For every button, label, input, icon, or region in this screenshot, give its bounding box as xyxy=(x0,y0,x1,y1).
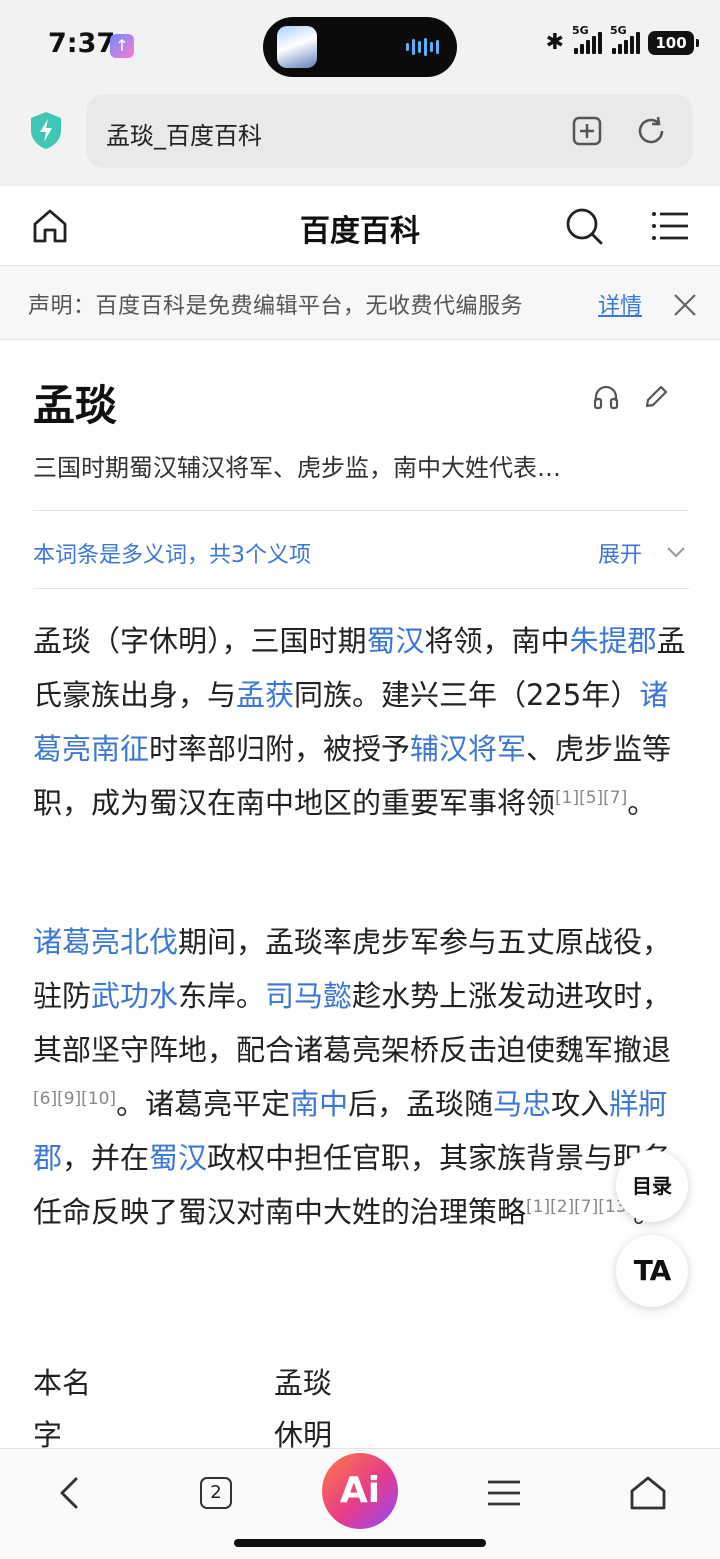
citation-ref[interactable]: [6][9][10] xyxy=(33,1089,116,1109)
site-title[interactable]: 百度百科 xyxy=(0,206,720,250)
entry-link[interactable]: 马忠 xyxy=(493,1087,551,1121)
site-header: 百度百科 xyxy=(0,186,720,266)
article-paragraph-2: 诸葛亮北伐期间，孟琰率虎步军参与五丈原战役，驻防武功水东岸。司马懿趁水势上涨发动… xyxy=(33,915,693,1239)
bluetooth-icon: ✱ xyxy=(545,30,564,55)
disclaimer-details-link[interactable]: 详情 xyxy=(598,288,642,320)
disclaimer-text: 声明：百度百科是免费编辑平台，无收费代编服务 xyxy=(28,294,524,319)
polysemy-expand-button[interactable]: 展开 xyxy=(598,537,642,569)
audio-wave-icon xyxy=(406,37,439,57)
entry-link[interactable]: 孟获 xyxy=(236,678,294,712)
info-key: 本名 xyxy=(33,1366,92,1400)
close-icon[interactable] xyxy=(672,292,698,318)
entry-link[interactable]: 武功水 xyxy=(91,979,178,1013)
menu-icon[interactable] xyxy=(482,1471,526,1515)
info-value: 孟琰 xyxy=(274,1366,333,1400)
text-size-button[interactable]: TA xyxy=(616,1235,688,1307)
paragraph-text: 时率部归附，被授予 xyxy=(149,732,411,766)
article-title: 孟琰 xyxy=(33,381,118,430)
headphones-icon[interactable] xyxy=(592,383,620,411)
status-time: 7:37 xyxy=(48,28,116,59)
tabs-button[interactable]: 2 xyxy=(194,1471,238,1515)
entry-link[interactable]: 蜀汉 xyxy=(149,1141,207,1175)
entry-link[interactable]: 司马懿 xyxy=(265,979,352,1013)
article-paragraph-1: 孟琰（字休明），三国时期蜀汉将领，南中朱提郡孟氏豪族出身，与孟获同族。建兴三年（… xyxy=(33,614,693,830)
cellular-signal-icon: 5G xyxy=(572,24,602,54)
citation-ref[interactable]: [1][2][7][13] xyxy=(526,1197,633,1217)
polysemy-notice[interactable]: 本词条是多义词，共3个义项 xyxy=(33,537,311,569)
reload-icon[interactable] xyxy=(634,114,668,148)
table-of-contents-button[interactable]: 目录 xyxy=(616,1150,688,1222)
battery-icon: 100 xyxy=(648,30,699,55)
status-bar: 7:37 ↑ ✱ 5G 5G 100 xyxy=(0,0,720,90)
paragraph-text: 攻入 xyxy=(551,1087,610,1121)
add-bookmark-icon[interactable] xyxy=(570,114,604,148)
disclaimer-banner: 声明：百度百科是免费编辑平台，无收费代编服务 详情 xyxy=(0,266,720,340)
pencil-edit-icon[interactable] xyxy=(642,383,670,411)
ai-assistant-button[interactable]: Ai xyxy=(322,1453,398,1529)
cellular-signal-icon-2: 5G xyxy=(610,24,640,54)
media-artwork-thumbnail xyxy=(277,26,317,68)
entry-link[interactable]: 南中 xyxy=(290,1087,348,1121)
dynamic-island[interactable] xyxy=(263,17,457,77)
paragraph-text: 。 xyxy=(627,786,657,820)
paragraph-text: ，并在 xyxy=(62,1141,150,1175)
browser-address-bar: 孟琰_百度百科 xyxy=(0,90,720,186)
paragraph-text: 后，孟琰随 xyxy=(348,1087,494,1121)
search-icon[interactable] xyxy=(564,206,604,246)
paragraph-text: 孟琰（字休明），三国时期 xyxy=(33,624,367,658)
paragraph-text: 同族。建兴三年（225年） xyxy=(294,678,640,712)
network-type-label: 5G xyxy=(572,23,589,37)
network-type-label-2: 5G xyxy=(610,23,627,37)
chevron-down-icon[interactable] xyxy=(664,540,688,564)
upload-app-icon: ↑ xyxy=(110,34,134,58)
paragraph-text: 将领，南中 xyxy=(424,624,570,658)
article-summary[interactable]: 三国时期蜀汉辅汉将军、虎步监，南中大姓代表… xyxy=(33,448,683,483)
security-shield-icon[interactable] xyxy=(28,110,64,150)
tab-count: 2 xyxy=(200,1477,232,1509)
divider xyxy=(33,510,689,511)
entry-link[interactable]: 蜀汉 xyxy=(367,624,425,658)
paragraph-text: 。诸葛亮平定 xyxy=(116,1087,291,1121)
url-field[interactable]: 孟琰_百度百科 xyxy=(86,94,693,168)
citation-ref[interactable]: [1][5][7] xyxy=(555,788,627,808)
entry-link[interactable]: 朱提郡 xyxy=(570,624,657,658)
url-title-text: 孟琰_百度百科 xyxy=(106,122,262,150)
entry-link[interactable]: 诸葛亮北伐 xyxy=(33,925,178,959)
back-icon[interactable] xyxy=(48,1471,92,1515)
home-icon[interactable] xyxy=(626,1471,670,1515)
paragraph-text: 东岸。 xyxy=(178,979,266,1013)
status-indicators: ✱ 5G 5G 100 xyxy=(545,24,699,55)
divider xyxy=(33,588,689,589)
home-indicator[interactable] xyxy=(234,1539,486,1547)
menu-icon[interactable] xyxy=(650,206,690,246)
entry-link[interactable]: 辅汉将军 xyxy=(410,732,526,766)
